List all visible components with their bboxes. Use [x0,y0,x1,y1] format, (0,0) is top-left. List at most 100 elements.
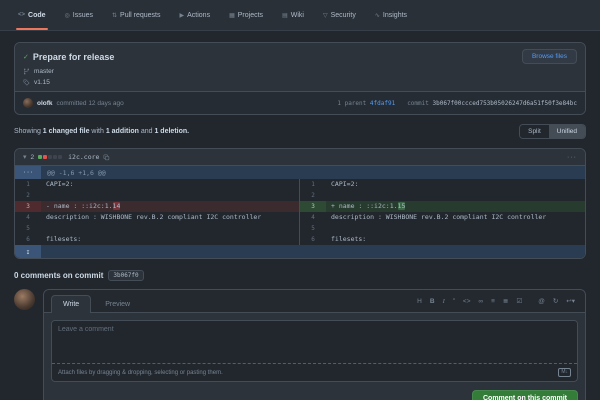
line-number[interactable]: 2 [15,190,41,201]
actions-icon: ▶ [180,12,185,19]
hunk-header-row: ··· @@ -1,6 +1,6 @@ [15,166,585,179]
line-code [326,190,331,201]
comment-submit-button[interactable]: Comment on this commit [472,390,578,400]
split-view-button[interactable]: Split [520,125,549,138]
parent-info: 1 parent 4fdaf91 [337,100,395,107]
diff-line: 1 CAPI=2: [15,179,299,190]
parent-hash-link[interactable]: 4fdaf91 [370,100,395,107]
commit-short-hash-chip[interactable]: 3b067f0 [108,270,143,281]
diff-line: 4 description : WISHBONE rev.B.2 complia… [300,212,585,223]
diff-line: 2 [300,190,585,201]
code-icon[interactable]: <> [463,299,471,306]
tab-write[interactable]: Write [51,295,91,313]
diffstat-del-block [43,155,47,159]
attach-files-bar[interactable]: Attach files by dragging & dropping, sel… [52,363,577,381]
line-number[interactable]: 3 [15,201,41,212]
current-user-avatar[interactable] [14,289,35,310]
saved-replies-icon[interactable]: ↩▾ [566,299,575,306]
diff-line: 6 filesets: [300,234,585,245]
nav-tab-label: Code [28,12,46,19]
diff-pane-old: 1 CAPI=2: 2 3 - name : ::i2c:1.14 4 desc… [15,179,300,245]
parent-label: 1 parent [337,100,366,107]
nav-tab-security[interactable]: ▽ Security [321,0,358,30]
tag-row: v1.15 [23,79,577,86]
link-icon[interactable]: ∞ [479,299,484,306]
line-number[interactable]: 6 [15,234,41,245]
author-avatar[interactable] [23,98,33,108]
insights-icon: ∿ [375,12,380,19]
comment-input-wrap: Attach files by dragging & dropping, sel… [51,320,578,382]
commit-meta-bar: olofk committed 12 days ago 1 parent 4fd… [15,91,585,114]
nav-tab-projects[interactable]: ▦ Projects [227,0,265,30]
branch-row: master [23,68,577,75]
diff-line: 2 [15,190,299,201]
nav-tab-label: Actions [187,12,210,19]
nav-tab-code[interactable]: <> Code [16,0,48,30]
nav-tab-label: Issues [73,12,93,19]
commit-label: commit [407,100,429,107]
italic-icon[interactable]: I [443,299,445,306]
bullet-list-icon[interactable]: ≡ [491,299,495,306]
line-number[interactable]: 2 [300,190,326,201]
diffstat-neutral-block [48,155,52,159]
diff-line: 5 [15,223,299,234]
line-code [326,223,331,234]
diff-line: 4 description : WISHBONE rev.B.2 complia… [15,212,299,223]
diff-pane-new: 1 CAPI=2: 2 3 + name : ::i2c:1.15 4 desc… [300,179,585,245]
browse-files-button[interactable]: Browse files [522,49,577,64]
expand-hunk-button[interactable]: ··· [15,166,41,179]
diff-body: ··· @@ -1,6 +1,6 @@ 1 CAPI=2: 2 3 [15,166,585,258]
commit-info: commit 3b067f00ccced753b05026247d6a51f50… [407,100,577,107]
numbered-list-icon[interactable]: ≣ [503,299,508,306]
pull-request-icon: ⇅ [112,12,117,19]
diffstat-neutral-block [58,155,62,159]
file-name[interactable]: i2c.core [68,153,99,161]
copy-icon[interactable] [103,154,110,161]
branch-name[interactable]: master [34,68,54,75]
line-number[interactable]: 4 [15,212,41,223]
comment-box: Write Preview H B I ” <> ∞ ≡ ≣ ☑ @ ↻ ↩▾ [43,289,586,400]
bold-icon[interactable]: B [430,299,435,306]
line-number[interactable]: 6 [300,234,326,245]
nav-tab-pull-requests[interactable]: ⇅ Pull requests [110,0,163,30]
cross-reference-icon[interactable]: ↻ [553,299,558,306]
comment-compose-area: Write Preview H B I ” <> ∞ ≡ ≣ ☑ @ ↻ ↩▾ [14,289,586,400]
line-code: filesets: [326,234,366,245]
line-number[interactable]: 5 [300,223,326,234]
tag-name[interactable]: v1.15 [34,79,50,86]
diff-file-header: ▾ 2 i2c.core ··· [15,149,585,166]
kebab-menu-icon[interactable]: ··· [567,154,577,161]
issue-icon: ◎ [65,12,70,19]
line-number[interactable]: 4 [300,212,326,223]
mention-icon[interactable]: @ [538,299,545,306]
nav-tab-label: Insights [383,12,407,19]
line-number[interactable]: 3 [300,201,326,212]
nav-tab-issues[interactable]: ◎ Issues [63,0,95,30]
tag-icon [23,79,30,86]
comment-textarea[interactable] [52,321,577,363]
task-list-icon[interactable]: ☑ [516,299,522,306]
heading-icon[interactable]: H [417,299,422,306]
nav-tab-label: Projects [238,12,263,19]
wiki-icon: ▤ [282,12,288,19]
comment-editor: Attach files by dragging & dropping, sel… [44,313,585,400]
commit-header: ✓ Prepare for release Browse files maste… [15,43,585,91]
diff-line-addition: 3 + name : ::i2c:1.15 [300,201,585,212]
diffstat-add-block [38,155,42,159]
line-code: - name : ::i2c:1.14 [41,201,120,212]
expand-below-row: ↧ [15,245,585,258]
author-login[interactable]: olofk [37,100,53,107]
line-number[interactable]: 5 [15,223,41,234]
nav-tab-wiki[interactable]: ▤ Wiki [280,0,306,30]
expand-down-icon[interactable]: ↧ [15,245,41,258]
quote-icon[interactable]: ” [453,299,455,306]
line-number[interactable]: 1 [300,179,326,190]
line-number[interactable]: 1 [15,179,41,190]
unified-view-button[interactable]: Unified [549,125,585,138]
nav-tab-insights[interactable]: ∿ Insights [373,0,409,30]
nav-tab-actions[interactable]: ▶ Actions [178,0,213,30]
tab-preview[interactable]: Preview [93,295,142,313]
chevron-down-icon[interactable]: ▾ [23,153,27,161]
comments-heading: 0 comments on commit 3b067f0 [14,270,586,281]
line-code: filesets: [41,234,81,245]
